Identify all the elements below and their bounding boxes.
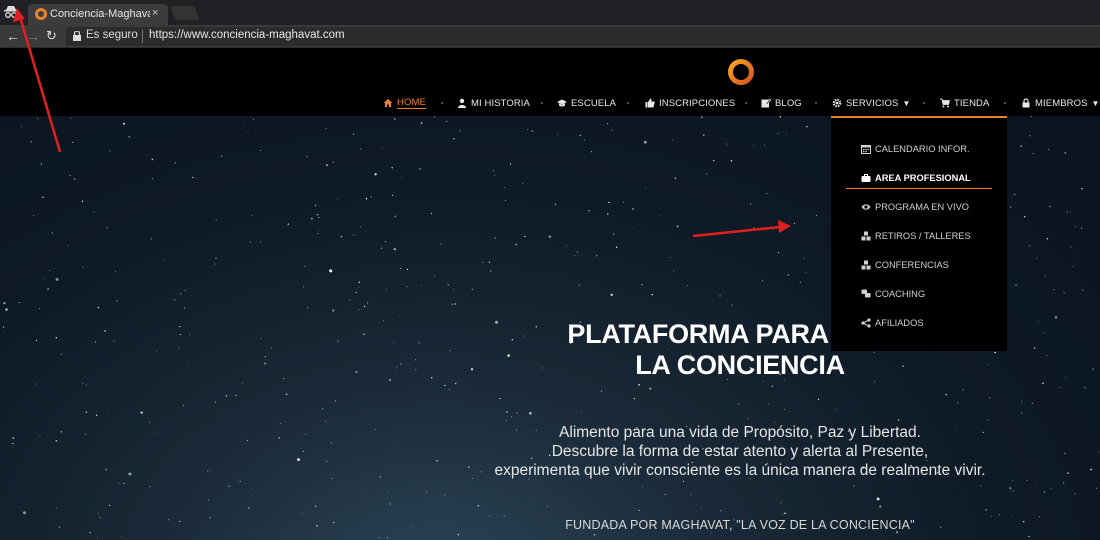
url-separator bbox=[142, 30, 143, 43]
site-logo-icon[interactable] bbox=[726, 57, 756, 87]
home-icon bbox=[383, 99, 393, 107]
nav-separator bbox=[745, 102, 747, 104]
nav-label: INSCRIPCIONES bbox=[659, 97, 736, 109]
main-nav: HOME MI HISTORIA ESCUELA INSCRIPCIONES B… bbox=[0, 95, 1100, 111]
edit-icon bbox=[761, 98, 771, 108]
nav-item-servicios[interactable]: SERVICIOS ▼ bbox=[832, 95, 911, 111]
menu-highlight-underline bbox=[846, 188, 992, 189]
hero-footer: FUNDADA POR MAGHAVAT, "LA VOZ DE LA CONC… bbox=[565, 518, 915, 532]
menu-item-label: CONFERENCIAS bbox=[875, 260, 949, 270]
lock-icon bbox=[73, 31, 81, 41]
eye-icon bbox=[861, 204, 871, 210]
nav-separator bbox=[541, 102, 543, 104]
nav-separator bbox=[1004, 102, 1006, 104]
nav-item-escuela[interactable]: ESCUELA bbox=[557, 95, 616, 111]
nav-label: BLOG bbox=[775, 97, 802, 109]
nav-label: TIENDA bbox=[954, 97, 990, 109]
nav-separator bbox=[815, 102, 817, 104]
menu-item-label: AFILIADOS bbox=[875, 318, 924, 328]
reload-icon[interactable]: ↻ bbox=[46, 28, 57, 44]
servicios-dropdown-menu: CALENDARIO INFOR. AREA PROFESIONAL PROGR… bbox=[831, 116, 1007, 351]
cart-icon bbox=[940, 98, 950, 108]
hero-text-line: Alimento para una vida de Propósito, Paz… bbox=[559, 424, 921, 441]
tab-close-icon[interactable]: × bbox=[152, 7, 158, 19]
chat-icon bbox=[861, 289, 871, 298]
menu-item-label: PROGRAMA EN VIVO bbox=[875, 202, 970, 212]
url-text[interactable]: https://www.conciencia-maghavat.com bbox=[149, 29, 345, 41]
back-arrow-icon[interactable]: ← bbox=[6, 28, 20, 44]
hero-title-line: LA CONCIENCIA bbox=[635, 350, 845, 380]
nav-label: HOME bbox=[397, 97, 426, 109]
favicon-ring-icon bbox=[35, 8, 47, 20]
menu-item-afiliados[interactable]: AFILIADOS bbox=[861, 316, 924, 330]
hero-text-line: Descubre la forma de estar atento y aler… bbox=[551, 443, 929, 460]
menu-item-conferencias[interactable]: CONFERENCIAS bbox=[861, 258, 949, 272]
nav-label: ESCUELA bbox=[571, 97, 617, 109]
nav-label: MI HISTORIA bbox=[471, 97, 530, 109]
nav-item-blog[interactable]: BLOG bbox=[761, 95, 802, 111]
menu-item-label: CALENDARIO INFOR. bbox=[875, 144, 970, 154]
cubes-icon bbox=[861, 260, 871, 270]
menu-item-coaching[interactable]: COACHING bbox=[861, 287, 925, 301]
nav-item-miembros[interactable]: MIEMBROS ▼ bbox=[1021, 95, 1100, 111]
menu-item-label: AREA PROFESIONAL bbox=[875, 173, 971, 183]
calendar-icon bbox=[861, 145, 871, 154]
nav-item-home[interactable]: HOME bbox=[383, 95, 426, 111]
nav-item-inscripciones[interactable]: INSCRIPCIONES bbox=[645, 95, 735, 111]
browser-toolbar: ← → ↻ Es seguro https://www.conciencia-m… bbox=[0, 25, 1100, 48]
user-icon bbox=[458, 98, 466, 108]
nav-item-tienda[interactable]: TIENDA bbox=[940, 95, 989, 111]
secure-label: Es seguro bbox=[86, 29, 138, 41]
menu-item-calendario[interactable]: CALENDARIO INFOR. bbox=[861, 142, 970, 156]
nav-separator bbox=[923, 102, 925, 104]
graduation-cap-icon bbox=[557, 99, 567, 107]
cubes-icon bbox=[861, 231, 871, 241]
menu-item-programa-en-vivo[interactable]: PROGRAMA EN VIVO bbox=[861, 200, 969, 214]
briefcase-icon bbox=[861, 174, 871, 182]
hero-text-line: experimenta que vivir consciente es la ú… bbox=[494, 462, 986, 479]
incognito-icon bbox=[4, 6, 18, 18]
menu-item-label: RETIROS / TALLERES bbox=[875, 231, 971, 241]
chevron-down-icon: ▼ bbox=[902, 98, 911, 108]
address-bar[interactable]: Es seguro https://www.conciencia-maghava… bbox=[66, 27, 1100, 46]
nav-separator bbox=[441, 102, 443, 104]
browser-tab[interactable]: Conciencia-Maghavat × bbox=[28, 4, 168, 25]
nav-label: MIEMBROS bbox=[1035, 97, 1088, 109]
nav-separator bbox=[627, 102, 629, 104]
hero-description: Alimento para una vida de Propósito, Paz… bbox=[440, 423, 1040, 480]
browser-tab-strip: Conciencia-Maghavat × bbox=[0, 0, 1100, 25]
menu-item-area-profesional[interactable]: AREA PROFESIONAL bbox=[861, 171, 971, 185]
thumbs-up-icon bbox=[645, 98, 655, 108]
nav-label: SERVICIOS bbox=[846, 97, 899, 109]
gear-icon bbox=[832, 98, 842, 108]
share-icon bbox=[861, 318, 871, 328]
tab-title: Conciencia-Maghavat bbox=[50, 8, 150, 20]
menu-item-retiros-talleres[interactable]: RETIROS / TALLERES bbox=[861, 229, 971, 243]
menu-item-label: COACHING bbox=[875, 289, 926, 299]
forward-arrow-icon[interactable]: → bbox=[26, 28, 40, 44]
lock-icon bbox=[1022, 98, 1030, 108]
site-header: HOME MI HISTORIA ESCUELA INSCRIPCIONES B… bbox=[0, 48, 1100, 116]
nav-item-mi-historia[interactable]: MI HISTORIA bbox=[457, 95, 530, 111]
new-tab-button[interactable] bbox=[170, 6, 200, 20]
chevron-down-icon: ▼ bbox=[1091, 98, 1100, 108]
